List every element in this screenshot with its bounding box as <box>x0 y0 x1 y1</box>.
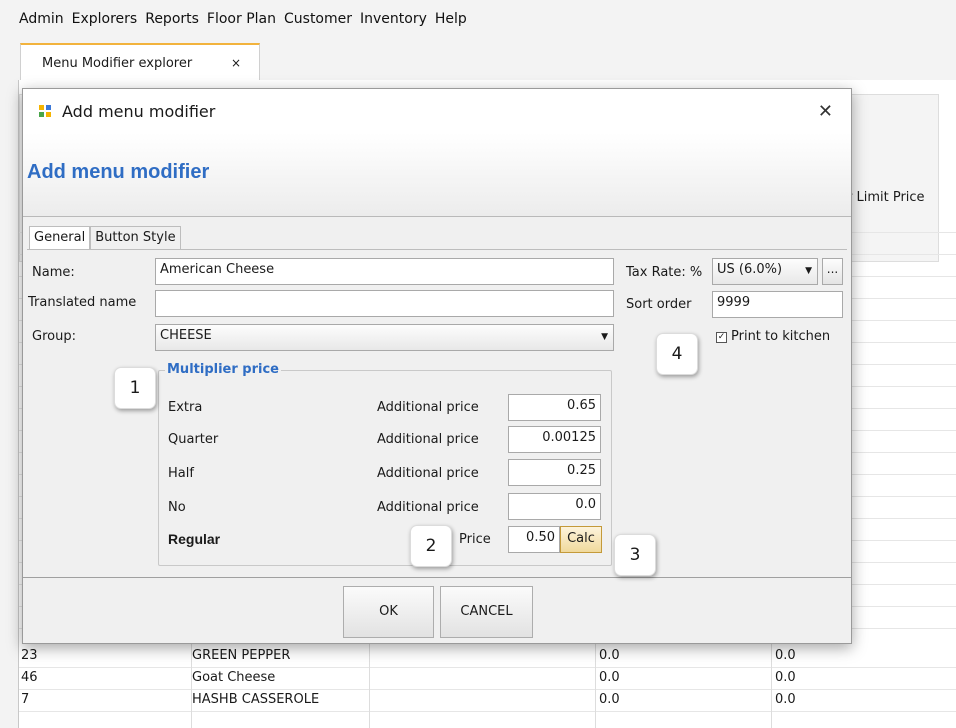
dialog-title-bar: Add menu modifier ✕ <box>23 89 851 133</box>
chevron-down-icon: ▼ <box>805 266 812 276</box>
cell-id: 46 <box>21 670 38 685</box>
extra-price-input[interactable]: 0.65 <box>508 394 601 421</box>
tax-rate-more-button[interactable]: ... <box>822 258 843 285</box>
dialog-header: Add menu modifier <box>23 133 851 217</box>
menu-floor-plan[interactable]: Floor Plan <box>207 11 276 27</box>
table-row[interactable]: 46 Goat Cheese 0.0 0.0 <box>19 668 956 689</box>
column-divider <box>771 640 772 728</box>
menu-explorers[interactable]: Explorers <box>72 11 138 27</box>
cell-name: HASHB CASSEROLE <box>192 692 320 707</box>
cell-id: 7 <box>21 692 30 707</box>
app-icon <box>39 105 51 117</box>
regular-price-input[interactable]: 0.50 <box>508 526 560 553</box>
callout-4: 4 <box>656 333 698 375</box>
cell-id: 23 <box>21 648 38 663</box>
print-to-kitchen-label: Print to kitchen <box>731 329 831 344</box>
price-label: Price <box>459 532 491 547</box>
dialog-header-title: Add menu modifier <box>27 161 210 183</box>
cell-limit-price: 0.0 <box>775 648 796 663</box>
group-dropdown[interactable]: CHEESE ▼ <box>155 324 614 351</box>
table-row[interactable]: 7 HASHB CASSEROLE 0.0 0.0 <box>19 690 956 711</box>
ok-button[interactable]: OK <box>343 586 434 638</box>
callout-2: 2 <box>410 525 452 567</box>
translated-name-label: Translated name <box>28 295 137 310</box>
quarter-price-input[interactable]: 0.00125 <box>508 426 601 453</box>
menu-customer[interactable]: Customer <box>284 11 352 27</box>
multiplier-name-no: No <box>168 500 186 515</box>
tab-close-icon[interactable]: × <box>231 56 241 70</box>
name-input[interactable]: American Cheese <box>155 258 614 285</box>
cell-limit-price: 0.0 <box>775 692 796 707</box>
tax-rate-dropdown[interactable]: US (6.0%) ▼ <box>712 258 818 285</box>
multiplier-name-quarter: Quarter <box>168 432 219 447</box>
group-label: Group: <box>32 329 76 344</box>
cell-price: 0.0 <box>599 692 620 707</box>
menu-help[interactable]: Help <box>435 11 467 27</box>
additional-price-label: Additional price <box>377 400 479 415</box>
menu-admin[interactable]: Admin <box>19 11 64 27</box>
tab-button-style[interactable]: Button Style <box>90 226 181 250</box>
callout-3: 3 <box>614 534 656 576</box>
translated-name-input[interactable] <box>155 290 614 317</box>
row-divider <box>19 711 956 712</box>
column-divider <box>595 640 596 728</box>
dialog-tabs: General Button Style <box>29 226 181 250</box>
tab-general[interactable]: General <box>29 226 91 250</box>
tab-menu-modifier-explorer[interactable]: Menu Modifier explorer × <box>20 43 260 81</box>
dialog-footer: OK CANCEL <box>23 577 851 643</box>
half-price-input[interactable]: 0.25 <box>508 459 601 486</box>
cell-limit-price: 0.0 <box>775 670 796 685</box>
cell-price: 0.0 <box>599 670 620 685</box>
menu-inventory[interactable]: Inventory <box>360 11 427 27</box>
calc-button[interactable]: Calc <box>560 526 602 553</box>
menu-bar: Admin Explorers Reports Floor Plan Custo… <box>0 0 956 40</box>
dialog-window-title: Add menu modifier <box>62 101 216 121</box>
group-selected-value: CHEESE <box>160 328 212 343</box>
sort-order-input[interactable]: 9999 <box>712 291 843 318</box>
tab-strip: Menu Modifier explorer × <box>20 43 956 81</box>
column-divider <box>191 640 192 728</box>
cell-name: Goat Cheese <box>192 670 276 685</box>
additional-price-label: Additional price <box>377 466 479 481</box>
name-label: Name: <box>32 265 75 280</box>
no-price-input[interactable]: 0.0 <box>508 493 601 520</box>
multiplier-name-regular: Regular <box>168 531 221 547</box>
additional-price-label: Additional price <box>377 500 479 515</box>
close-icon[interactable]: ✕ <box>818 101 833 122</box>
print-to-kitchen-checkbox[interactable]: ✓ <box>716 332 727 343</box>
cell-price: 0.0 <box>599 648 620 663</box>
table-row[interactable]: 23 GREEN PEPPER 0.0 0.0 <box>19 646 956 667</box>
cancel-button[interactable]: CANCEL <box>440 586 533 638</box>
multiplier-name-half: Half <box>168 466 194 481</box>
multiplier-price-title: Multiplier price <box>165 362 281 377</box>
chevron-down-icon: ▼ <box>601 332 608 342</box>
column-divider <box>369 640 370 728</box>
multiplier-name-extra: Extra <box>168 400 203 415</box>
tax-rate-selected-value: US (6.0%) <box>717 262 783 277</box>
callout-1: 1 <box>114 367 156 409</box>
cell-name: GREEN PEPPER <box>192 648 291 663</box>
additional-price-label: Additional price <box>377 432 479 447</box>
sort-order-label: Sort order <box>626 297 692 312</box>
tax-rate-label: Tax Rate: % <box>626 265 703 280</box>
menu-reports[interactable]: Reports <box>145 11 199 27</box>
tab-label: Menu Modifier explorer <box>42 55 193 71</box>
